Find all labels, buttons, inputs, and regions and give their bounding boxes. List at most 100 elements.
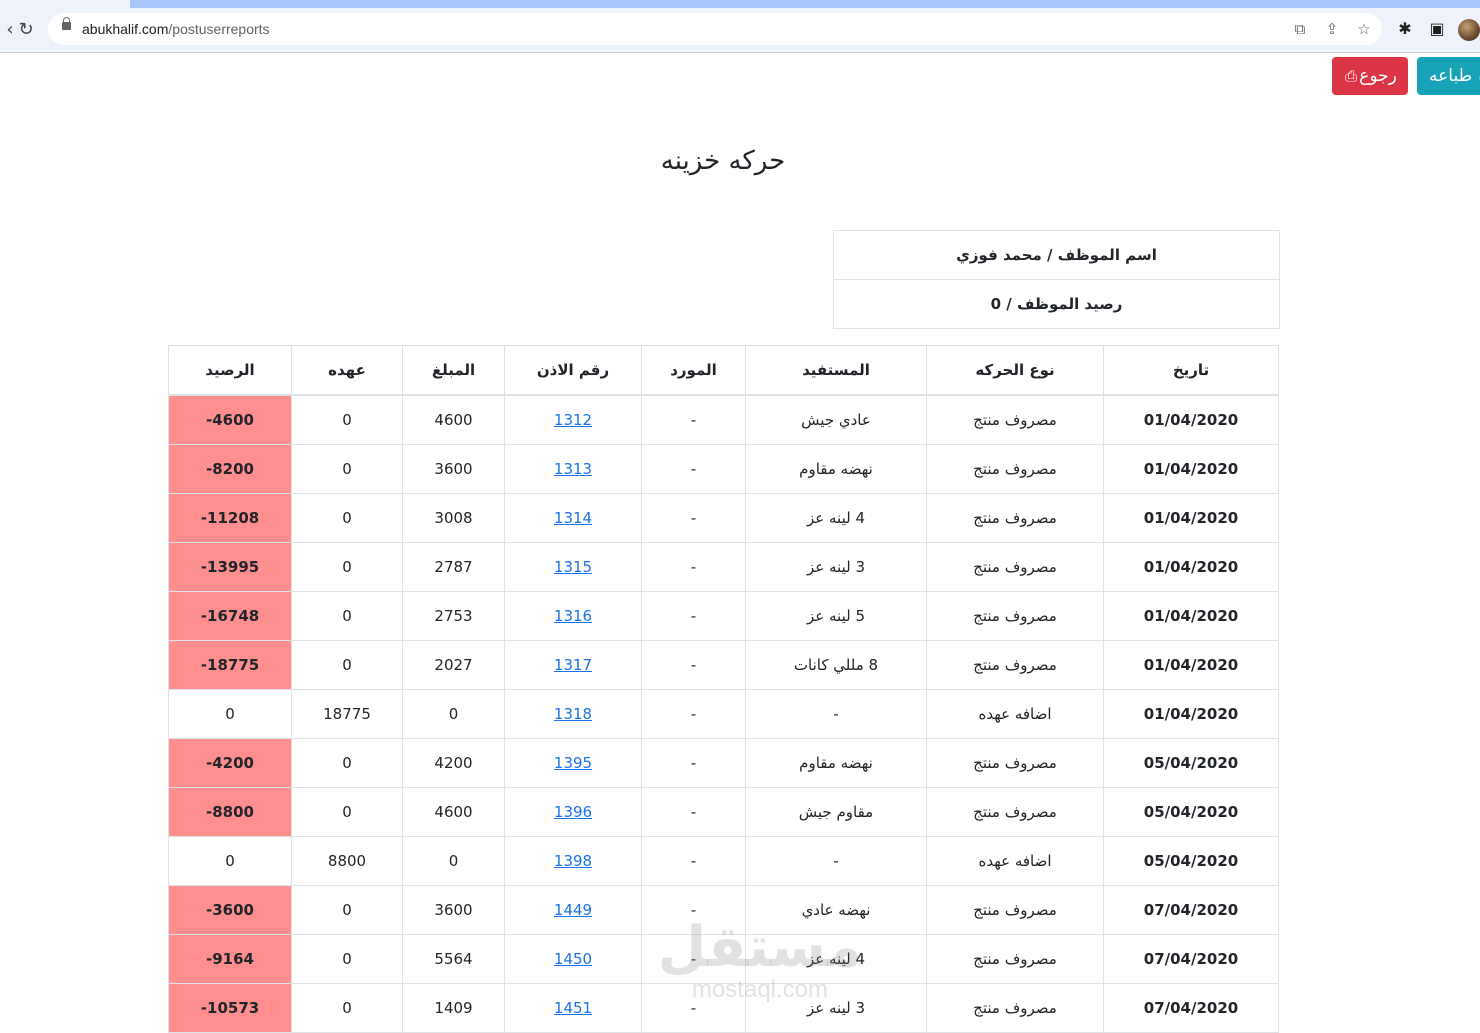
type-cell: مصروف منتج [927,543,1104,592]
type-cell: مصروف منتج [927,788,1104,837]
type-cell: مصروف منتج [927,935,1104,984]
supplier-cell: - [642,445,746,494]
permit-no-cell[interactable]: 1315 [505,543,642,592]
print-button-label: طباعه [1429,66,1472,86]
header-permit-no: رقم الاذن [505,346,642,396]
permit-no-cell[interactable]: 1313 [505,445,642,494]
permit-no-cell[interactable]: 1396 [505,788,642,837]
table-row: 05/04/2020مصروف منتجنهضه مقاوم-139542000… [169,739,1279,788]
table-row: 07/04/2020مصروف منتجنهضه عادي-144936000-… [169,886,1279,935]
header-custody: عهده [292,346,403,396]
date-cell: 01/04/2020 [1104,543,1279,592]
table-row: 05/04/2020اضافه عهده--1398088000 [169,837,1279,886]
permit-no-cell[interactable]: 1316 [505,592,642,641]
share-icon[interactable]: ⇪ [1322,19,1342,39]
supplier-cell: - [642,543,746,592]
custody-cell: 0 [292,935,403,984]
beneficiary-cell: عادي جيش [746,395,927,445]
table-row: 01/04/2020اضافه عهده--13180187750 [169,690,1279,739]
header-amount: المبلغ [403,346,505,396]
permit-link[interactable]: 1450 [554,950,592,968]
profile-avatar[interactable] [1458,19,1480,41]
beneficiary-cell: نهضه مقاوم [746,739,927,788]
balance-cell: -4600 [169,395,292,445]
balance-cell: -8800 [169,788,292,837]
beneficiary-cell: 3 لينه عز [746,543,927,592]
page-title: حركه خزينه [0,146,1446,176]
balance-cell: -13995 [169,543,292,592]
permit-link[interactable]: 1318 [554,705,592,723]
permit-no-cell[interactable]: 1318 [505,690,642,739]
type-cell: اضافه عهده [927,690,1104,739]
table-row: 05/04/2020مصروف منتجمقاوم جيش-139646000-… [169,788,1279,837]
permit-no-cell[interactable]: 1451 [505,984,642,1033]
custody-cell: 0 [292,788,403,837]
beneficiary-cell: 3 لينه عز [746,984,927,1033]
custody-cell: 0 [292,592,403,641]
table-row: 01/04/2020مصروف منتج5 لينه عز-131627530-… [169,592,1279,641]
beneficiary-cell: - [746,837,927,886]
balance-cell: 0 [169,690,292,739]
custody-cell: 0 [292,641,403,690]
permit-link[interactable]: 1317 [554,656,592,674]
date-cell: 05/04/2020 [1104,788,1279,837]
amount-cell: 5564 [403,935,505,984]
table-row: 01/04/2020مصروف منتجنهضه مقاوم-131336000… [169,445,1279,494]
address-bar[interactable]: abukhalif.com/postuserreports ⧉ ⇪ ☆ [48,13,1382,45]
supplier-cell: - [642,641,746,690]
supplier-cell: - [642,837,746,886]
amount-cell: 4600 [403,788,505,837]
custody-cell: 0 [292,543,403,592]
permit-link[interactable]: 1396 [554,803,592,821]
permit-link[interactable]: 1312 [554,411,592,429]
table-row: 01/04/2020مصروف منتج3 لينه عز-131527870-… [169,543,1279,592]
permit-link[interactable]: 1395 [554,754,592,772]
permit-no-cell[interactable]: 1314 [505,494,642,543]
permit-link[interactable]: 1316 [554,607,592,625]
header-balance: الرصيد [169,346,292,396]
url-text[interactable]: abukhalif.com/postuserreports [82,21,270,37]
permit-no-cell[interactable]: 1395 [505,739,642,788]
permit-no-cell[interactable]: 1317 [505,641,642,690]
lock-icon [62,22,71,30]
back-button[interactable]: ⎙رجوع [1332,57,1408,95]
type-cell: اضافه عهده [927,837,1104,886]
print-button[interactable]: طباعه ⎙ [1417,57,1480,95]
balance-cell: -4200 [169,739,292,788]
permit-no-cell[interactable]: 1398 [505,837,642,886]
side-panel-icon[interactable]: ▣ [1426,18,1448,40]
supplier-cell: - [642,984,746,1033]
permit-link[interactable]: 1398 [554,852,592,870]
permit-link[interactable]: 1313 [554,460,592,478]
translate-icon[interactable]: ⧉ [1290,19,1310,39]
date-cell: 07/04/2020 [1104,935,1279,984]
type-cell: مصروف منتج [927,395,1104,445]
date-cell: 01/04/2020 [1104,445,1279,494]
permit-link[interactable]: 1451 [554,999,592,1017]
employee-balance: رصيد الموظف / 0 [834,280,1279,328]
amount-cell: 2027 [403,641,505,690]
custody-cell: 0 [292,395,403,445]
extensions-puzzle-icon[interactable]: ✱ [1394,18,1416,40]
supplier-cell: - [642,788,746,837]
bookmark-star-icon[interactable]: ☆ [1354,19,1374,39]
type-cell: مصروف منتج [927,886,1104,935]
custody-cell: 8800 [292,837,403,886]
date-cell: 07/04/2020 [1104,984,1279,1033]
table-row: 07/04/2020مصروف منتج3 لينه عز-145114090-… [169,984,1279,1033]
beneficiary-cell: - [746,690,927,739]
balance-cell: -8200 [169,445,292,494]
permit-no-cell[interactable]: 1312 [505,395,642,445]
reload-icon[interactable]: ↻ [16,20,36,40]
supplier-cell: - [642,592,746,641]
balance-cell: -9164 [169,935,292,984]
amount-cell: 0 [403,837,505,886]
permit-link[interactable]: 1449 [554,901,592,919]
beneficiary-cell: 4 لينه عز [746,935,927,984]
permit-link[interactable]: 1314 [554,509,592,527]
table-row: 07/04/2020مصروف منتج4 لينه عز-145055640-… [169,935,1279,984]
tab-strip [130,0,1480,8]
permit-link[interactable]: 1315 [554,558,592,576]
permit-no-cell[interactable]: 1450 [505,935,642,984]
permit-no-cell[interactable]: 1449 [505,886,642,935]
